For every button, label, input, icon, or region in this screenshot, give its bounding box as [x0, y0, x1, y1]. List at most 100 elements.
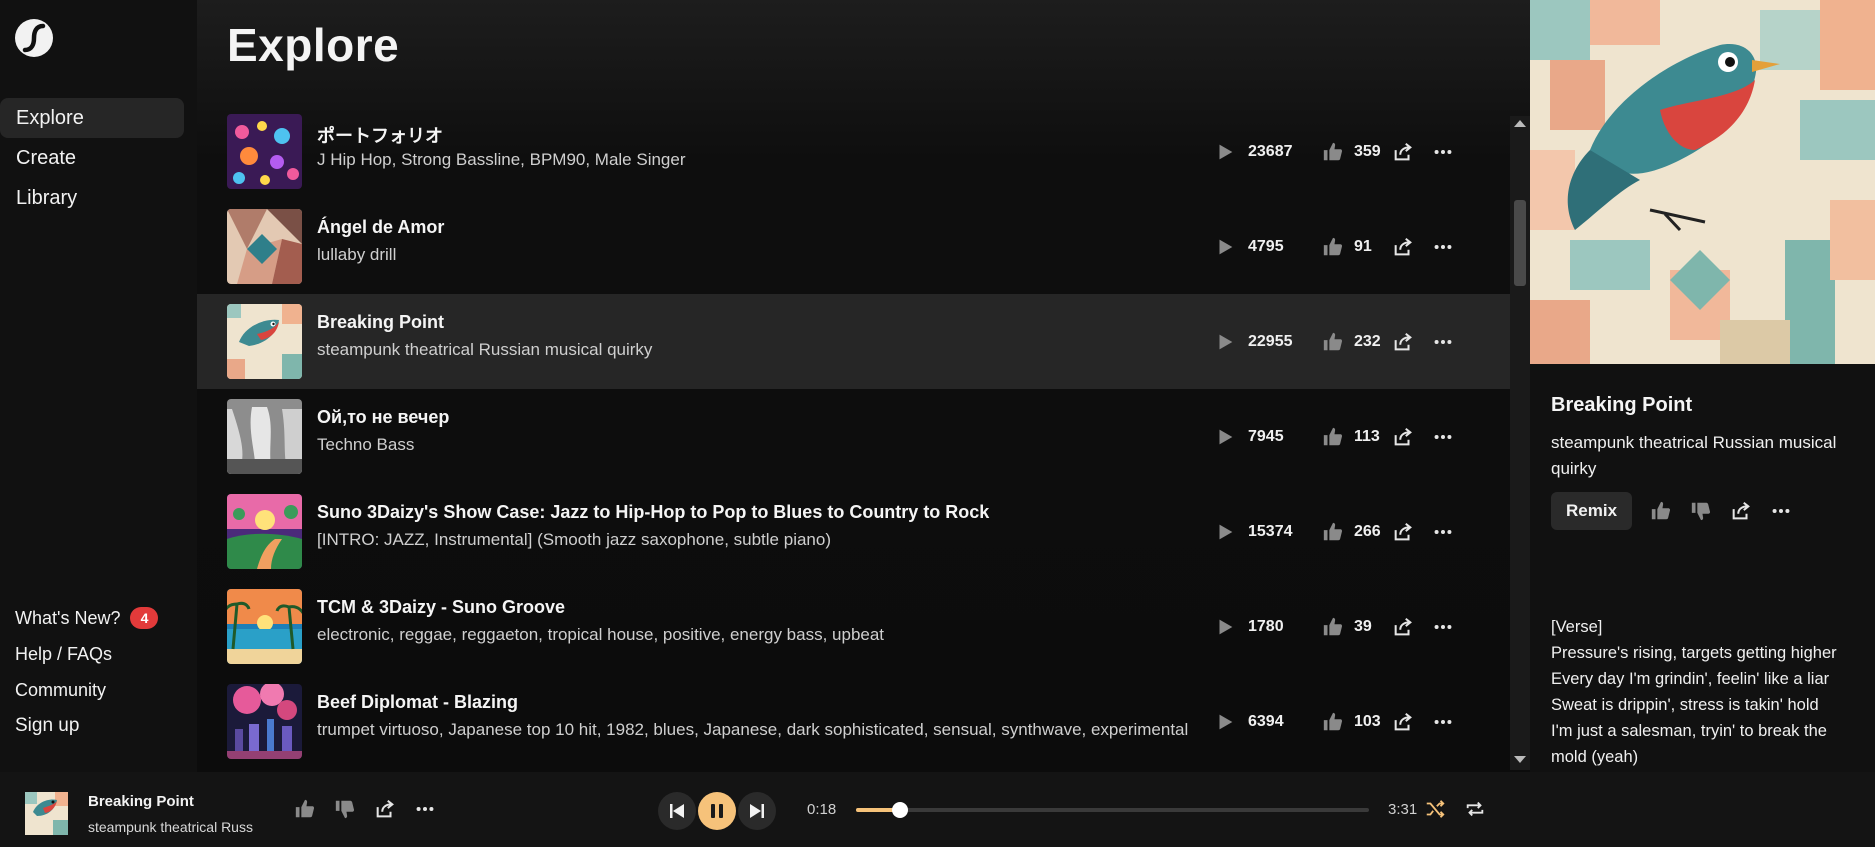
- thumbs-up-icon[interactable]: [1322, 236, 1344, 258]
- song-stats: 15374 266: [1214, 484, 1454, 579]
- thumbs-up-icon[interactable]: [1322, 711, 1344, 733]
- play-icon[interactable]: [1214, 711, 1236, 733]
- thumbs-down-icon[interactable]: [1690, 500, 1712, 522]
- community-link[interactable]: Community: [15, 672, 195, 708]
- share-icon[interactable]: [1730, 500, 1752, 522]
- previous-track-button[interactable]: [658, 792, 696, 830]
- song-thumbnail[interactable]: [227, 399, 302, 474]
- song-row[interactable]: Ой,то не вечер Techno Bass 7945 113: [197, 389, 1510, 484]
- sign-up-link[interactable]: Sign up: [15, 708, 195, 744]
- share-icon[interactable]: [1392, 236, 1414, 258]
- more-options-icon[interactable]: [1432, 331, 1454, 353]
- lyrics-line: Every day I'm grindin', feelin' like a l…: [1551, 670, 1830, 688]
- progress-knob[interactable]: [891, 802, 908, 818]
- suno-logo-icon[interactable]: [14, 18, 54, 58]
- song-thumbnail[interactable]: [227, 494, 302, 569]
- play-icon[interactable]: [1214, 616, 1236, 638]
- player-song-title: Breaking Point: [88, 793, 194, 810]
- nav-item-library[interactable]: Library: [0, 178, 184, 218]
- like-count: 266: [1354, 522, 1381, 540]
- share-icon[interactable]: [1392, 426, 1414, 448]
- remix-button[interactable]: Remix: [1551, 492, 1633, 530]
- whats-new-link[interactable]: What's New? 4: [15, 600, 195, 636]
- song-thumbnail[interactable]: [227, 114, 302, 189]
- more-options-icon[interactable]: [1432, 236, 1454, 258]
- player-bar: Breaking Point steampunk theatrical Russ…: [0, 772, 1875, 847]
- song-title[interactable]: Beef Diplomat - Blazing: [317, 692, 1217, 718]
- skip-forward-icon: [750, 804, 764, 818]
- song-title[interactable]: TCM & 3Daizy - Suno Groove: [317, 597, 1217, 623]
- more-options-icon[interactable]: [1432, 141, 1454, 163]
- play-icon[interactable]: [1214, 236, 1236, 258]
- song-title[interactable]: Ой,то не вечер: [317, 407, 1217, 433]
- song-tags: lullaby drill: [317, 245, 397, 264]
- share-icon[interactable]: [1392, 711, 1414, 733]
- shuffle-icon[interactable]: [1424, 798, 1446, 820]
- play-count: 22955: [1248, 332, 1293, 350]
- more-options-icon[interactable]: [1432, 616, 1454, 638]
- thumbs-up-icon[interactable]: [1322, 616, 1344, 638]
- next-track-button[interactable]: [738, 792, 776, 830]
- scroll-down-arrow-icon[interactable]: [1514, 756, 1526, 763]
- song-title[interactable]: ポートフォリオ: [317, 122, 1217, 148]
- thumbs-up-icon[interactable]: [1322, 521, 1344, 543]
- more-options-icon[interactable]: [1432, 426, 1454, 448]
- song-thumbnail[interactable]: [227, 684, 302, 759]
- lyrics-line: Sweat is drippin', stress is takin' hold: [1551, 696, 1819, 714]
- song-row[interactable]: Suno 3Daizy's Show Case: Jazz to Hip-Hop…: [197, 484, 1510, 579]
- song-thumbnail[interactable]: [227, 304, 302, 379]
- share-icon[interactable]: [1392, 141, 1414, 163]
- share-icon[interactable]: [1392, 331, 1414, 353]
- lyrics-line: [Verse]: [1551, 618, 1603, 636]
- scroll-thumb[interactable]: [1514, 200, 1526, 286]
- song-tags: electronic, reggae, reggaeton, tropical …: [317, 625, 885, 644]
- player-thumbs-up-icon[interactable]: [294, 798, 316, 820]
- play-count: 7945: [1248, 427, 1284, 445]
- more-options-icon[interactable]: [1432, 521, 1454, 543]
- thumbs-up-icon[interactable]: [1322, 141, 1344, 163]
- share-icon[interactable]: [1392, 616, 1414, 638]
- lyrics-line: I'm just a salesman, tryin' to break the…: [1551, 722, 1827, 766]
- thumbs-up-icon[interactable]: [1650, 500, 1672, 522]
- song-row[interactable]: Ángel de Amor lullaby drill 4795 91: [197, 199, 1510, 294]
- song-row[interactable]: Beef Diplomat - Blazing trumpet virtuoso…: [197, 674, 1510, 769]
- progress-track[interactable]: [856, 802, 1369, 818]
- song-tags: J Hip Hop, Strong Bassline, BPM90, Male …: [317, 150, 686, 169]
- song-title[interactable]: Suno 3Daizy's Show Case: Jazz to Hip-Hop…: [317, 502, 1217, 528]
- player-share-icon[interactable]: [374, 798, 396, 820]
- list-scrollbar[interactable]: [1510, 116, 1530, 770]
- player-cover-thumbnail[interactable]: [25, 792, 68, 835]
- song-info: Ой,то не вечер Techno Bass: [317, 407, 1217, 455]
- song-title[interactable]: Breaking Point: [317, 312, 1217, 338]
- repeat-icon[interactable]: [1464, 798, 1486, 820]
- song-detail-panel: Breaking Point steampunk theatrical Russ…: [1530, 0, 1875, 772]
- play-icon[interactable]: [1214, 141, 1236, 163]
- song-info: Beef Diplomat - Blazing trumpet virtuoso…: [317, 692, 1217, 740]
- more-options-icon[interactable]: [1432, 711, 1454, 733]
- player-more-options-icon[interactable]: [414, 798, 436, 820]
- share-icon[interactable]: [1392, 521, 1414, 543]
- song-thumbnail[interactable]: [227, 589, 302, 664]
- play-icon[interactable]: [1214, 426, 1236, 448]
- nav-item-explore[interactable]: Explore: [0, 98, 184, 138]
- player-thumbs-down-icon[interactable]: [334, 798, 356, 820]
- song-row[interactable]: Breaking Point steampunk theatrical Russ…: [197, 294, 1510, 389]
- song-stats: 6394 103: [1214, 674, 1454, 769]
- cover-art-bird-image: [1530, 0, 1875, 364]
- play-pause-button[interactable]: [698, 792, 736, 830]
- help-faqs-link[interactable]: Help / FAQs: [15, 636, 195, 672]
- play-icon[interactable]: [1214, 331, 1236, 353]
- song-thumbnail[interactable]: [227, 209, 302, 284]
- scroll-up-arrow-icon[interactable]: [1514, 120, 1526, 127]
- more-options-icon[interactable]: [1770, 500, 1792, 522]
- play-icon[interactable]: [1214, 521, 1236, 543]
- nav-item-create[interactable]: Create: [0, 138, 184, 178]
- thumbs-up-icon[interactable]: [1322, 331, 1344, 353]
- song-title[interactable]: Ángel de Amor: [317, 217, 1217, 243]
- song-row[interactable]: ポートフォリオ J Hip Hop, Strong Bassline, BPM9…: [197, 104, 1510, 199]
- song-row[interactable]: TCM & 3Daizy - Suno Groove electronic, r…: [197, 579, 1510, 674]
- song-stats: 23687 359: [1214, 104, 1454, 199]
- sidebar-nav: Explore Create Library: [0, 98, 197, 218]
- thumbs-up-icon[interactable]: [1322, 426, 1344, 448]
- song-tags: [INTRO: JAZZ, Instrumental] (Smooth jazz…: [317, 530, 831, 549]
